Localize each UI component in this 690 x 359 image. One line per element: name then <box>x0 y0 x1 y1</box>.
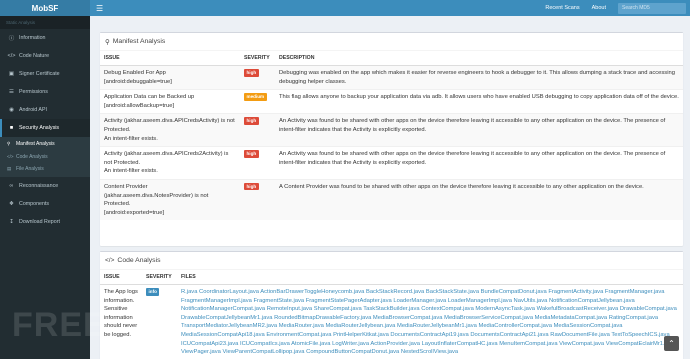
sidebar-item-android-api[interactable]: ◉ Android API <box>0 101 90 119</box>
sidebar-item-label: Android API <box>19 107 47 113</box>
column-header: ISSUE <box>100 270 142 285</box>
description-cell: Debugging was enabled on the app which m… <box>275 64 683 90</box>
column-header: DESCRIPTION <box>275 51 683 66</box>
top-nav: Recent Scans About <box>545 2 690 14</box>
sidebar-item-download-report[interactable]: ↧ Download Report <box>0 213 90 231</box>
sidebar-item-components[interactable]: ❖ Components <box>0 195 90 213</box>
sidebar-item-label: Reconnaissance <box>19 182 59 189</box>
sidebar-item-label: Permissions <box>19 89 48 95</box>
table-row: Application Data can be Backed up [andro… <box>100 89 683 114</box>
severity-cell: high <box>240 178 275 221</box>
sidebar-item-label: Security Analysis <box>19 125 60 131</box>
cubes-icon: ❖ <box>9 200 14 207</box>
code-analysis-header: </> Code Analysis <box>100 252 683 270</box>
table-row: Content Provider (jakhar.aseem.diva.Note… <box>100 178 683 221</box>
box-title: Code Analysis <box>117 257 161 264</box>
sidebar-item-signer-certificate[interactable]: ▣ Signer Certificate <box>0 65 90 83</box>
sidebar-item-information[interactable]: ⓘ Information <box>0 29 90 47</box>
severity-badge: medium <box>244 93 267 101</box>
search-md5-input[interactable] <box>618 2 686 14</box>
sidebar-header: Static Analysis <box>0 16 90 29</box>
sidebar-item-label: Signer Certificate <box>19 71 60 77</box>
sidebar-item-label: Code Nature <box>19 53 50 59</box>
top-navbar: ☰ Recent Scans About <box>90 0 690 16</box>
android-icon: ◉ <box>9 107 14 113</box>
column-header: FILES <box>177 270 683 285</box>
app-logo[interactable]: MobSF <box>0 0 90 16</box>
code-icon: </> <box>7 154 14 160</box>
table-row: The App logs information. Sensitive info… <box>100 283 683 359</box>
severity-badge: high <box>244 117 259 125</box>
sidebar: Static Analysis ⓘ Information </> Code N… <box>0 16 179 359</box>
issue-cell: Content Provider (jakhar.aseem.diva.Note… <box>100 178 240 221</box>
description-cell: This flag allows anyone to backup your a… <box>275 89 683 114</box>
sidebar-item-security-analysis[interactable]: ■ Security Analysis <box>0 119 90 137</box>
issue-cell: Activity (jakhar.aseem.diva.APICreds2Act… <box>100 146 240 180</box>
severity-cell: high <box>240 64 275 90</box>
hamburger-icon[interactable]: ☰ <box>96 4 103 13</box>
severity-cell: medium <box>240 89 275 114</box>
code-icon: </> <box>7 53 16 59</box>
main-content: ⚲ Manifest Analysis ISSUE SEVERITY DESCR… <box>90 16 690 359</box>
column-header: SEVERITY <box>142 270 177 285</box>
sidebar-item-label: Download Report <box>19 218 60 225</box>
manifest-analysis-box: ⚲ Manifest Analysis ISSUE SEVERITY DESCR… <box>100 32 683 246</box>
code-analysis-table: ISSUE SEVERITY FILES The App logs inform… <box>100 270 683 359</box>
table-row: Activity (jakhar.aseem.diva.APICreds2Act… <box>100 146 683 180</box>
submenu-item-label: Code Analysis <box>16 153 48 160</box>
binoculars-icon: ∞ <box>9 182 14 189</box>
sidebar-item-code-nature[interactable]: </> Code Nature <box>0 47 90 65</box>
code-analysis-box: </> Code Analysis ISSUE SEVERITY FILES T… <box>100 251 683 359</box>
nav-recent-scans-link[interactable]: Recent Scans <box>545 5 579 11</box>
column-header: ISSUE <box>100 51 240 66</box>
chevron-up-icon: ⌃ <box>668 339 675 348</box>
file-icon: ▤ <box>7 166 12 172</box>
severity-cell: high <box>240 146 275 180</box>
severity-badge: high <box>244 69 259 77</box>
submenu-item-code-analysis[interactable]: </> Code Analysis <box>0 151 90 164</box>
issue-cell: Debug Enabled For App [android:debuggabl… <box>100 64 240 90</box>
issue-cell: Application Data can be Backed up [andro… <box>100 89 240 114</box>
sidebar-item-label: Components <box>19 200 50 207</box>
column-header: SEVERITY <box>240 51 275 66</box>
table-row: Activity (jakhar.aseem.diva.APICredsActi… <box>100 113 683 147</box>
search-icon: ⚲ <box>105 38 110 46</box>
lock-icon: ■ <box>9 125 14 131</box>
severity-badge: high <box>244 150 259 158</box>
table-row: Debug Enabled For App [android:debuggabl… <box>100 64 683 90</box>
description-cell: An Activity was found to be shared with … <box>275 113 683 147</box>
submenu-item-manifest-analysis[interactable]: ⚲ Manifest Analysis <box>0 138 90 151</box>
sidebar-item-label: Information <box>19 35 46 41</box>
files-cell[interactable]: R.java CoordinatorLayout.java ActionBarD… <box>177 283 683 359</box>
manifest-analysis-header: ⚲ Manifest Analysis <box>100 33 683 51</box>
nav-about-link[interactable]: About <box>592 5 606 11</box>
severity-cell: high <box>240 113 275 147</box>
box-title: Manifest Analysis <box>112 38 166 45</box>
issue-cell: Activity (jakhar.aseem.diva.APICredsActi… <box>100 113 240 147</box>
sidebar-item-reconnaissance[interactable]: ∞ Reconnaissance <box>0 177 90 195</box>
download-icon: ↧ <box>9 218 14 225</box>
description-cell: A Content Provider was found to be share… <box>275 178 683 221</box>
scroll-to-top-button[interactable]: ⌃ <box>664 336 679 351</box>
code-icon: </> <box>105 257 115 264</box>
submenu-item-label: Manifest Analysis <box>16 141 55 148</box>
description-cell: An Activity was found to be shared with … <box>275 146 683 180</box>
severity-badge: info <box>146 288 160 296</box>
certificate-icon: ▣ <box>8 71 15 77</box>
list-icon: ☰ <box>9 89 14 95</box>
submenu-item-file-analysis[interactable]: ▤ File Analysis <box>0 163 90 176</box>
severity-cell: info <box>142 283 177 359</box>
issue-cell: The App logs information. Sensitive info… <box>100 283 142 359</box>
severity-badge: high <box>244 182 259 191</box>
info-icon: ⓘ <box>8 36 15 42</box>
search-icon: ⚲ <box>7 141 11 147</box>
sidebar-item-permissions[interactable]: ☰ Permissions <box>0 83 90 101</box>
manifest-analysis-table: ISSUE SEVERITY DESCRIPTION Debug Enabled… <box>100 51 683 221</box>
security-submenu: ⚲ Manifest Analysis </> Code Analysis ▤ … <box>0 137 90 177</box>
submenu-item-label: File Analysis <box>16 166 44 173</box>
